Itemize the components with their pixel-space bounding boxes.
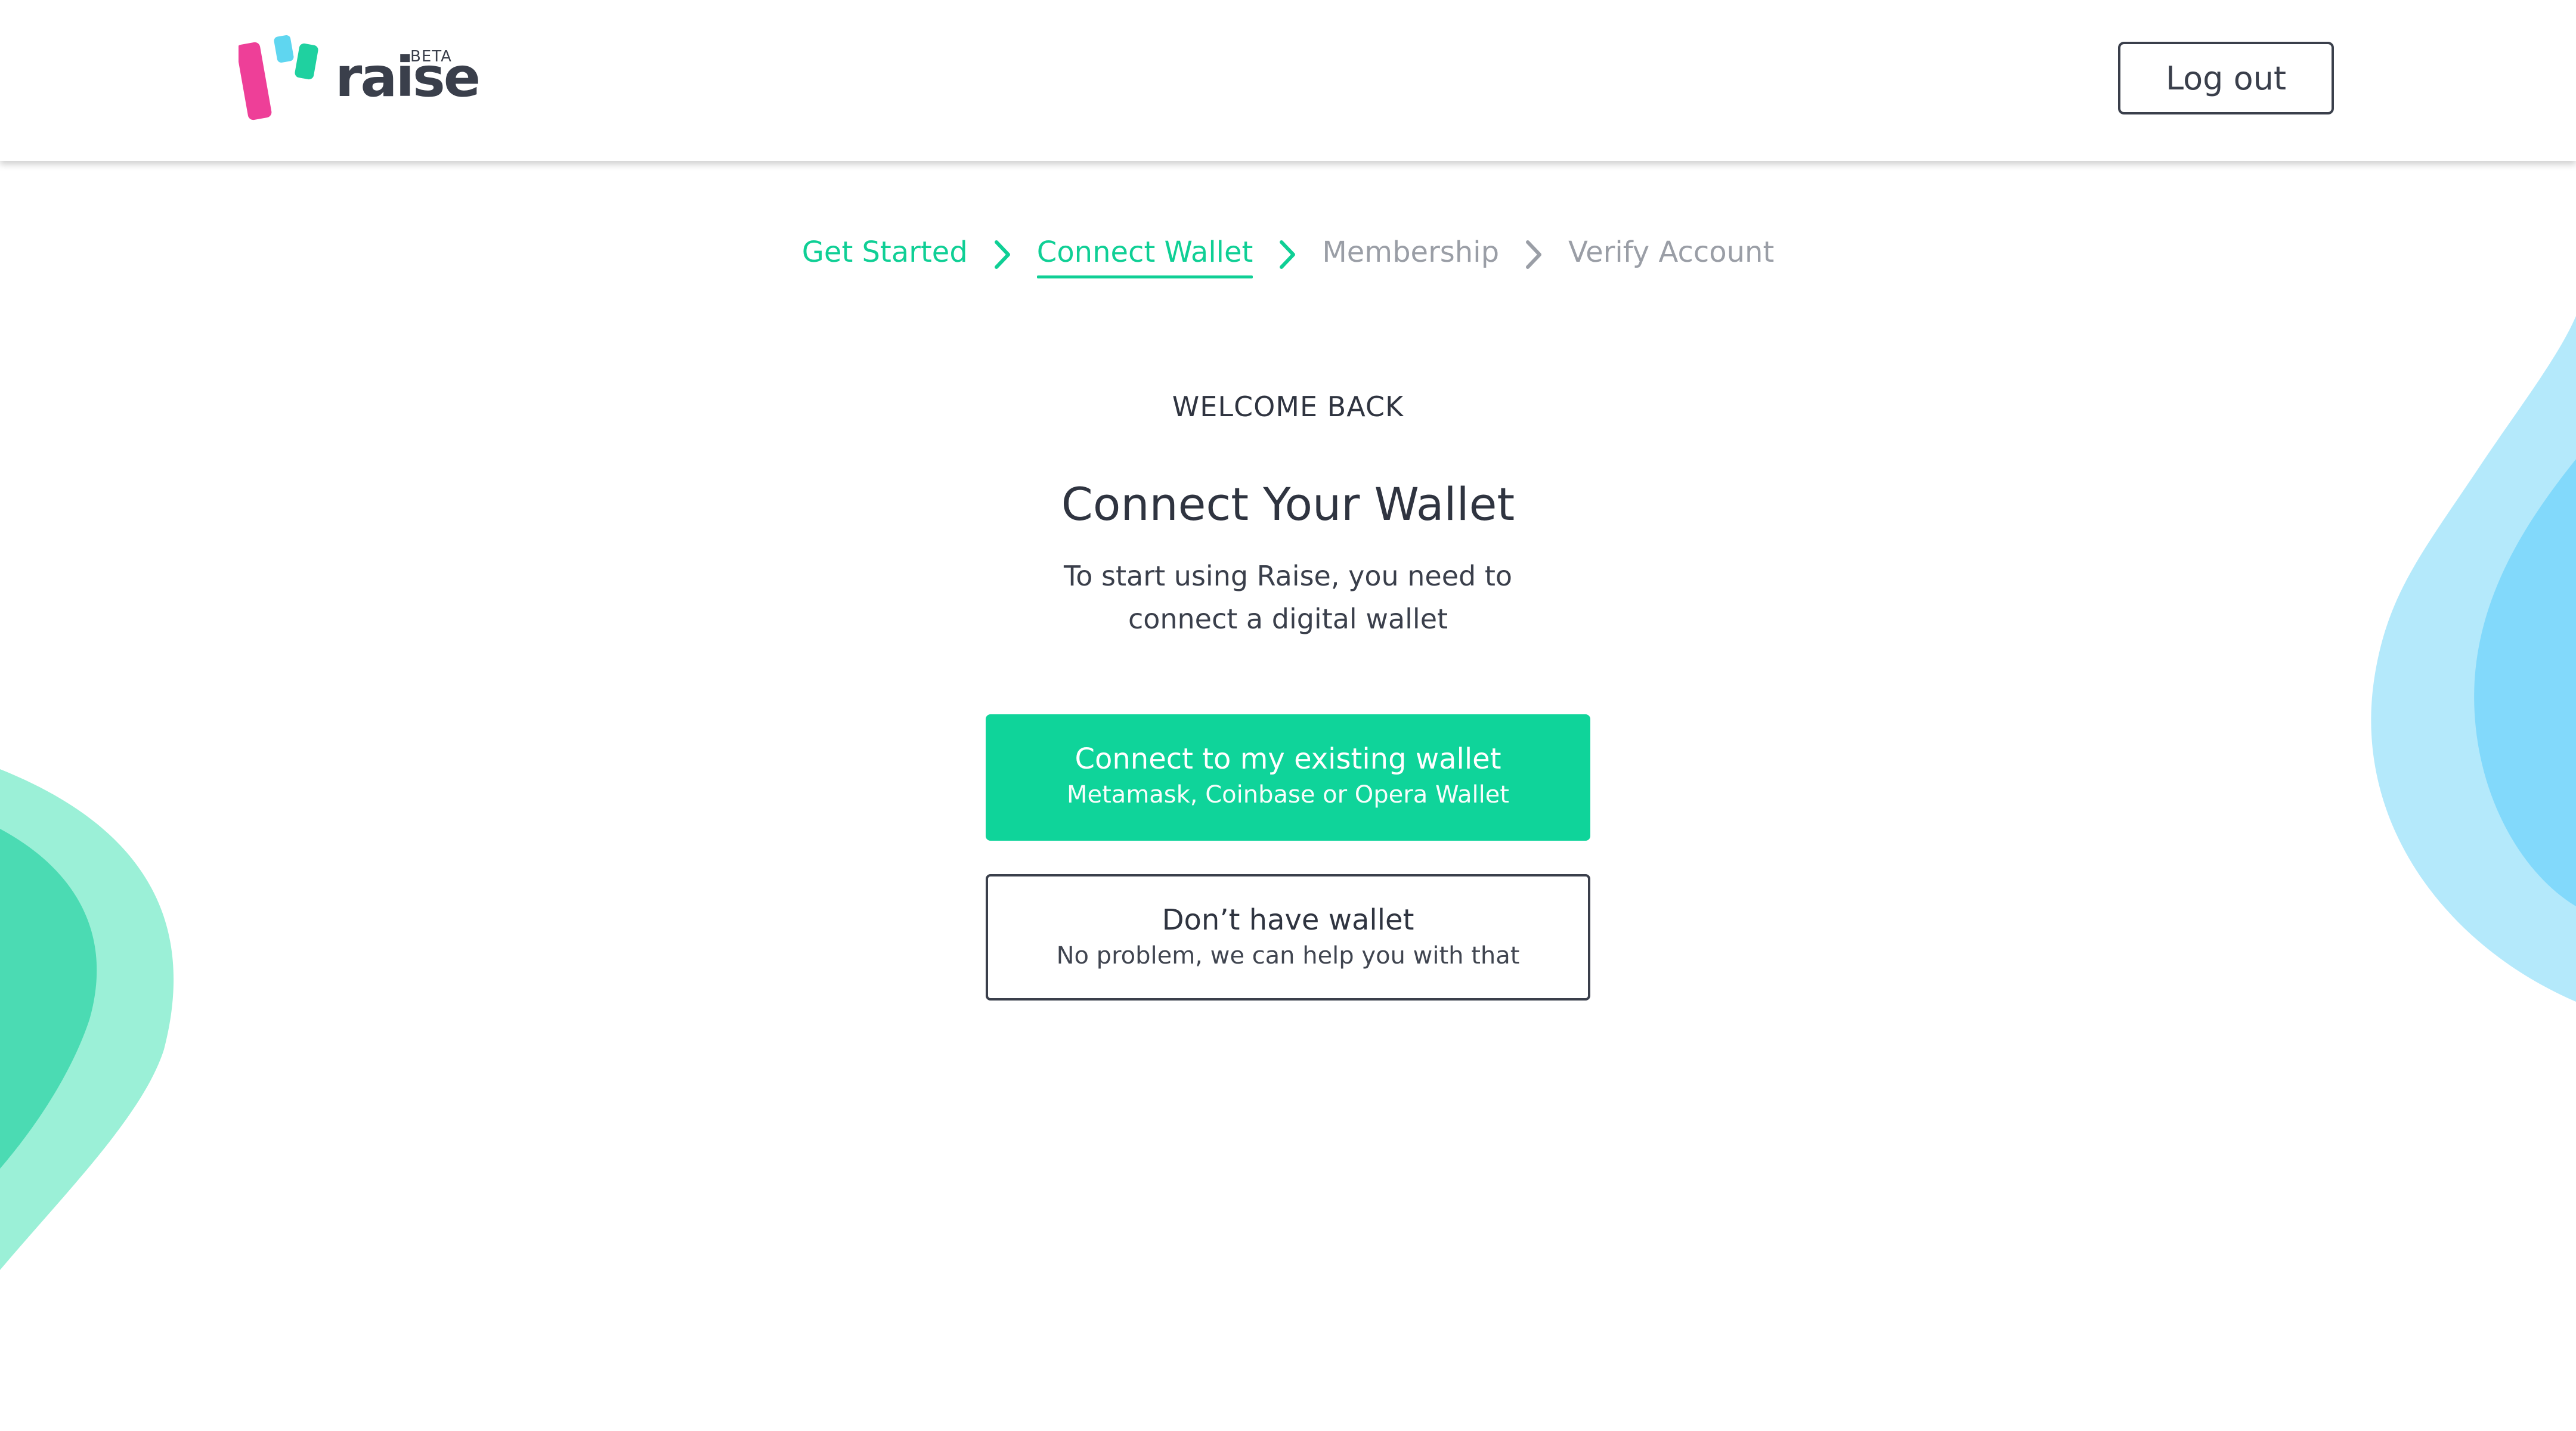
page-subtitle: To start using Raise, you need to connec…	[1020, 555, 1556, 640]
no-wallet-subtitle: No problem, we can help you with that	[1056, 942, 1520, 970]
logout-button[interactable]: Log out	[2118, 42, 2334, 114]
subtitle-line-2: connect a digital wallet	[1128, 603, 1448, 635]
raise-logo[interactable]: BETA raise	[239, 35, 481, 124]
subtitle-line-1: To start using Raise, you need to	[1063, 560, 1512, 592]
no-wallet-button[interactable]: Don’t have wallet No problem, we can hel…	[986, 874, 1590, 1001]
connect-existing-wallet-title: Connect to my existing wallet	[1075, 742, 1501, 776]
chevron-right-icon	[1521, 237, 1547, 272]
step-membership[interactable]: Membership	[1322, 236, 1499, 274]
raise-logo-icon	[239, 35, 318, 120]
no-wallet-title: Don’t have wallet	[1162, 903, 1414, 937]
onboarding-stepper: Get Started Connect Wallet Membership Ve…	[0, 236, 2576, 278]
connect-wallet-panel: WELCOME BACK Connect Your Wallet To star…	[0, 382, 2576, 1001]
step-get-started[interactable]: Get Started	[802, 236, 968, 274]
brand-wordmark: raise	[335, 45, 481, 109]
chevron-right-icon	[1274, 237, 1301, 272]
welcome-eyebrow: WELCOME BACK	[1172, 391, 1404, 423]
chevron-right-icon	[989, 237, 1015, 272]
top-header: BETA raise Log out	[0, 0, 2576, 161]
connect-existing-wallet-button[interactable]: Connect to my existing wallet Metamask, …	[986, 714, 1590, 841]
connect-existing-wallet-subtitle: Metamask, Coinbase or Opera Wallet	[1067, 781, 1509, 809]
step-verify-account[interactable]: Verify Account	[1568, 236, 1774, 274]
page-title: Connect Your Wallet	[1061, 478, 1515, 531]
step-connect-wallet[interactable]: Connect Wallet	[1036, 236, 1253, 278]
